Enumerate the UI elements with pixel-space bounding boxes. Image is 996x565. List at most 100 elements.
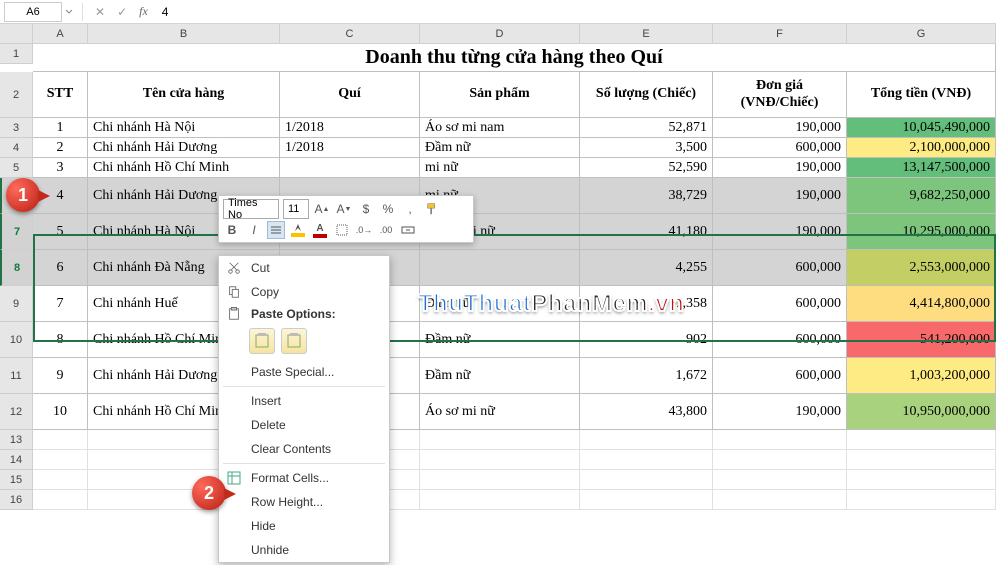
title-cell[interactable]: Doanh thu từng cửa hàng theo Quí: [33, 44, 996, 72]
cell-qty[interactable]: 52,590: [580, 158, 713, 178]
menu-row-height[interactable]: Row Height...: [219, 490, 389, 514]
empty-cell[interactable]: [580, 490, 713, 510]
cell-product[interactable]: Đầm nữ: [420, 358, 580, 394]
cell-qty[interactable]: 43,800: [580, 394, 713, 430]
menu-copy[interactable]: Copy: [219, 280, 389, 304]
cell-price[interactable]: 190,000: [713, 394, 847, 430]
cell-stt[interactable]: 1: [33, 118, 88, 138]
empty-cell[interactable]: [847, 430, 996, 450]
row-header-12[interactable]: 12: [0, 394, 33, 430]
cell-total[interactable]: 1,003,200,000: [847, 358, 996, 394]
menu-clear-contents[interactable]: Clear Contents: [219, 437, 389, 461]
cell-store[interactable]: Chi nhánh Hà Nội: [88, 118, 280, 138]
cell-product[interactable]: Áo sơ mi nam: [420, 118, 580, 138]
empty-cell[interactable]: [847, 450, 996, 470]
header-total[interactable]: Tổng tiền (VNĐ): [847, 72, 996, 118]
cell-store[interactable]: Chi nhánh Hải Dương: [88, 138, 280, 158]
row-header-8[interactable]: 8: [0, 250, 33, 286]
col-header-C[interactable]: C: [280, 24, 420, 44]
cell-total[interactable]: 2,100,000,000: [847, 138, 996, 158]
cell-product[interactable]: Đầm nữ: [420, 322, 580, 358]
header-qty[interactable]: Số lượng (Chiếc): [580, 72, 713, 118]
menu-paste-special[interactable]: Paste Special...: [219, 360, 389, 384]
cell-store[interactable]: Chi nhánh Hồ Chí Minh: [88, 158, 280, 178]
row-header-1[interactable]: 1: [0, 44, 33, 64]
row-header-3[interactable]: 3: [0, 118, 33, 138]
empty-cell[interactable]: [713, 430, 847, 450]
empty-cell[interactable]: [33, 430, 88, 450]
increase-decimal-icon[interactable]: .0→: [355, 221, 373, 239]
menu-cut[interactable]: Cut: [219, 256, 389, 280]
cell-price[interactable]: 600,000: [713, 138, 847, 158]
row-header-7[interactable]: 7: [0, 214, 33, 250]
fill-color-icon[interactable]: [289, 221, 307, 239]
row-header-15[interactable]: 15: [0, 470, 33, 490]
header-store[interactable]: Tên cửa hàng: [88, 72, 280, 118]
empty-cell[interactable]: [580, 430, 713, 450]
cell-price[interactable]: 190,000: [713, 158, 847, 178]
cell-product[interactable]: Áo sơ mi nữ: [420, 394, 580, 430]
cell-stt[interactable]: 2: [33, 138, 88, 158]
cell-price[interactable]: 600,000: [713, 322, 847, 358]
cell-price[interactable]: 600,000: [713, 250, 847, 286]
cell-price[interactable]: 190,000: [713, 178, 847, 214]
menu-insert[interactable]: Insert: [219, 389, 389, 413]
merge-icon[interactable]: [399, 221, 417, 239]
empty-cell[interactable]: [420, 490, 580, 510]
name-box[interactable]: A6: [4, 2, 62, 22]
name-box-dropdown[interactable]: [62, 8, 76, 16]
row-header-9[interactable]: 9: [0, 286, 33, 322]
col-header-D[interactable]: D: [420, 24, 580, 44]
percent-format-icon[interactable]: %: [379, 200, 397, 218]
header-price[interactable]: Đơn giá (VNĐ/Chiếc): [713, 72, 847, 118]
empty-cell[interactable]: [713, 490, 847, 510]
font-color-icon[interactable]: A: [311, 221, 329, 239]
cell-qty[interactable]: 902: [580, 322, 713, 358]
menu-format-cells[interactable]: Format Cells...: [219, 466, 389, 490]
empty-cell[interactable]: [713, 450, 847, 470]
bold-icon[interactable]: B: [223, 221, 241, 239]
header-quarter[interactable]: Quí: [280, 72, 420, 118]
cell-stt[interactable]: 5: [33, 214, 88, 250]
italic-icon[interactable]: I: [245, 221, 263, 239]
cell-qty[interactable]: 4,255: [580, 250, 713, 286]
header-stt[interactable]: STT: [33, 72, 88, 118]
cell-stt[interactable]: 10: [33, 394, 88, 430]
row-header-10[interactable]: 10: [0, 322, 33, 358]
cell-quarter[interactable]: 1/2018: [280, 138, 420, 158]
cell-total[interactable]: 4,414,800,000: [847, 286, 996, 322]
empty-cell[interactable]: [847, 490, 996, 510]
cell-qty[interactable]: 52,871: [580, 118, 713, 138]
cell-stt[interactable]: 7: [33, 286, 88, 322]
empty-cell[interactable]: [420, 430, 580, 450]
increase-font-icon[interactable]: A▲: [313, 200, 331, 218]
cell-total[interactable]: 10,950,000,000: [847, 394, 996, 430]
row-header-2[interactable]: 2: [0, 72, 33, 118]
font-family-select[interactable]: Times No: [223, 199, 279, 219]
row-header-16[interactable]: 16: [0, 490, 33, 510]
accounting-format-icon[interactable]: $: [357, 200, 375, 218]
header-product[interactable]: Sản phẩm: [420, 72, 580, 118]
cell-product[interactable]: Đầm nữ: [420, 138, 580, 158]
cell-stt[interactable]: 8: [33, 322, 88, 358]
col-header-B[interactable]: B: [88, 24, 280, 44]
cell-stt[interactable]: 3: [33, 158, 88, 178]
empty-cell[interactable]: [847, 470, 996, 490]
empty-cell[interactable]: [420, 450, 580, 470]
empty-cell[interactable]: [33, 470, 88, 490]
col-header-F[interactable]: F: [713, 24, 847, 44]
menu-delete[interactable]: Delete: [219, 413, 389, 437]
borders-icon[interactable]: [333, 221, 351, 239]
cell-quarter[interactable]: 1/2018: [280, 118, 420, 138]
empty-cell[interactable]: [713, 470, 847, 490]
cell-qty[interactable]: 3,500: [580, 138, 713, 158]
row-header-5[interactable]: 5: [0, 158, 33, 178]
cell-price[interactable]: 190,000: [713, 214, 847, 250]
cell-stt[interactable]: 9: [33, 358, 88, 394]
col-header-G[interactable]: G: [847, 24, 996, 44]
cell-qty[interactable]: 1,672: [580, 358, 713, 394]
comma-format-icon[interactable]: ,: [401, 200, 419, 218]
cell-total[interactable]: 10,045,490,000: [847, 118, 996, 138]
cell-quarter[interactable]: [280, 158, 420, 178]
cell-qty[interactable]: 38,729: [580, 178, 713, 214]
